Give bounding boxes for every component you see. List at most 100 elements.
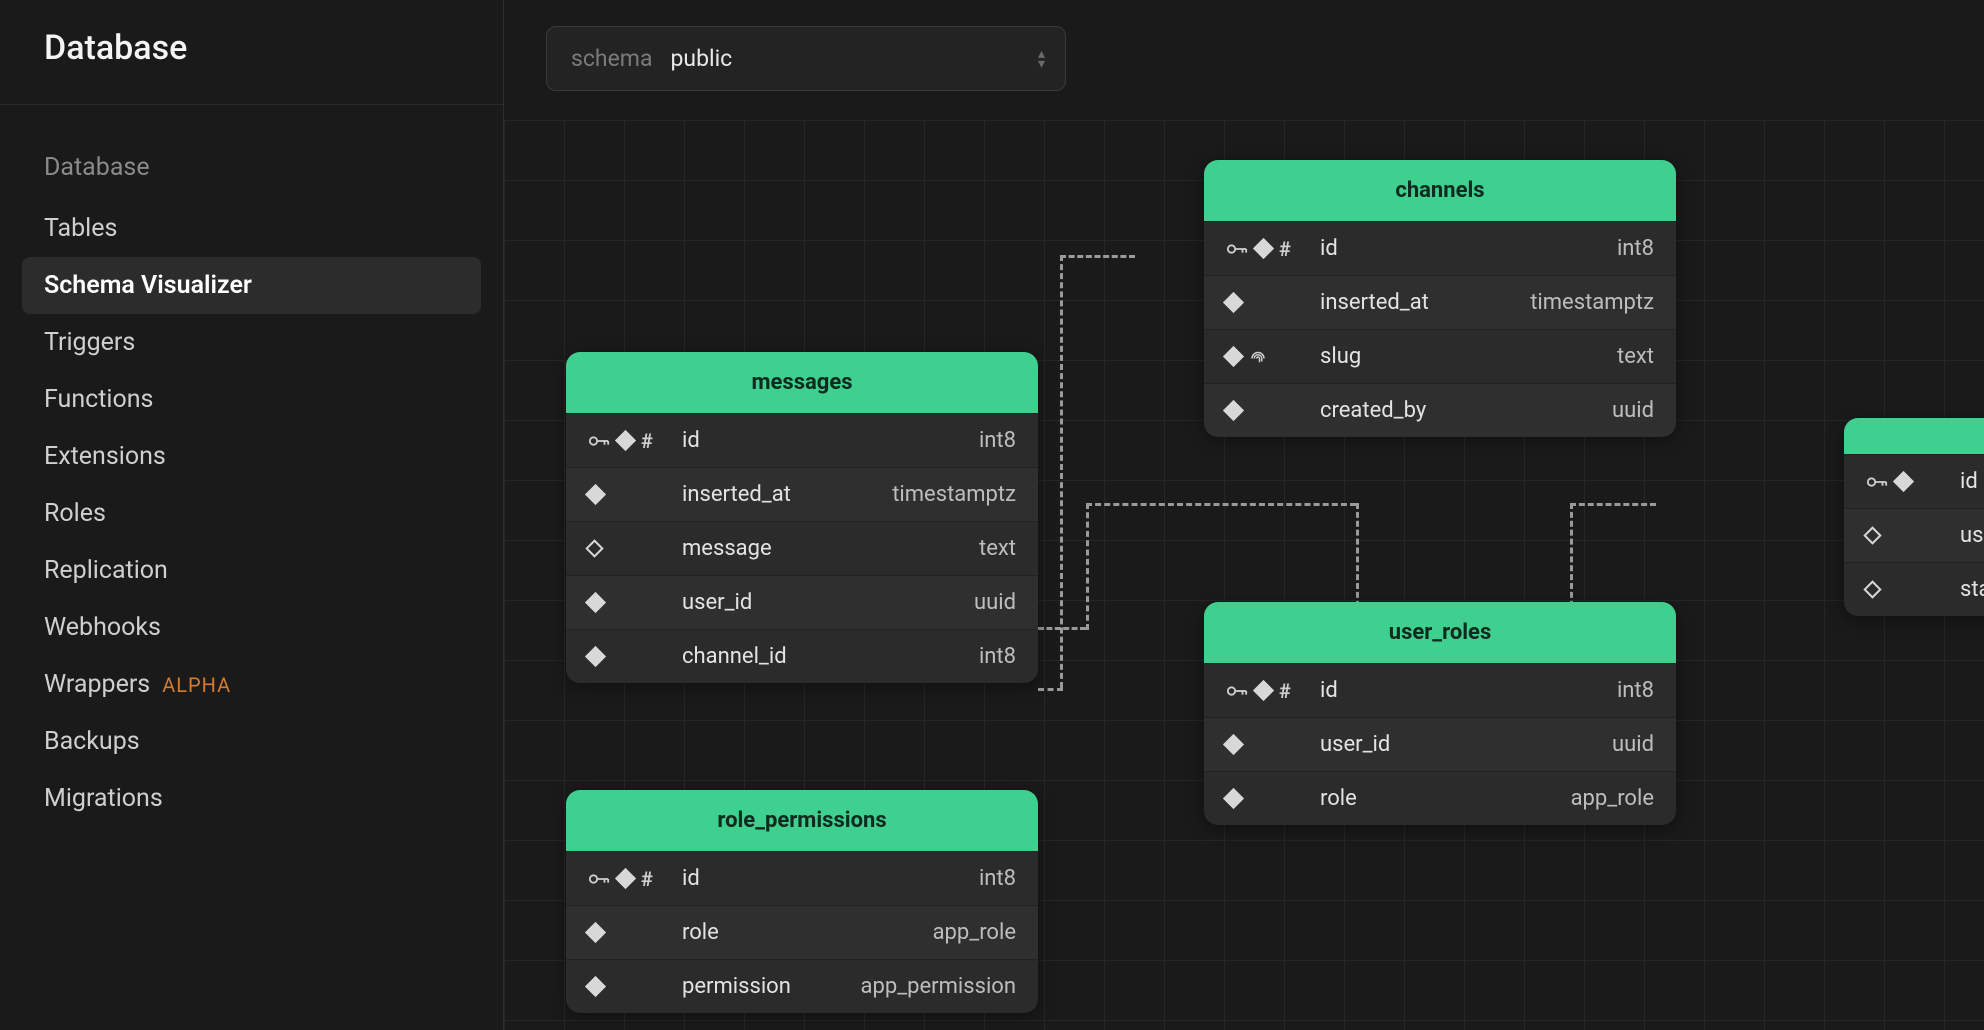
sidebar-item-extensions[interactable]: Extensions: [22, 428, 481, 485]
sidebar-item-backups[interactable]: Backups: [22, 713, 481, 770]
primary-key-icon: [588, 872, 610, 886]
table-column-row[interactable]: #idint8: [566, 413, 1038, 467]
sidebar-title: Database: [0, 28, 503, 105]
table-card-header[interactable]: role_permissions: [566, 790, 1038, 851]
primary-key-icon: [588, 434, 610, 448]
column-icons: #: [1226, 237, 1306, 261]
column-type: int8: [979, 866, 1016, 891]
table-column-row[interactable]: channel_idint8: [566, 629, 1038, 683]
edge: [1570, 503, 1656, 506]
sidebar-item-label: Backups: [44, 727, 140, 756]
not-null-icon: [1226, 737, 1241, 752]
column-name: id: [682, 428, 965, 453]
sidebar-item-roles[interactable]: Roles: [22, 485, 481, 542]
column-name: id: [1320, 678, 1603, 703]
nullable-icon: [1866, 583, 1879, 596]
table-column-row[interactable]: # id int8: [566, 851, 1038, 905]
column-name: user_id: [682, 590, 960, 615]
sidebar-item-label: Replication: [44, 556, 168, 585]
table-column-row[interactable]: roleapp_role: [1204, 771, 1676, 825]
table-card-messages[interactable]: messages#idint8inserted_attimestamptzmes…: [566, 352, 1038, 683]
column-type: text: [979, 536, 1016, 561]
edge: [1038, 627, 1086, 630]
sidebar-item-schema-visualizer[interactable]: Schema Visualizer: [22, 257, 481, 314]
primary-key-icon: [1226, 684, 1248, 698]
nullable-icon: [1866, 529, 1879, 542]
table-card-header[interactable]: channels: [1204, 160, 1676, 221]
table-card-header[interactable]: messages: [566, 352, 1038, 413]
column-icons: #: [1226, 679, 1306, 703]
table-card-role-permissions[interactable]: role_permissions # id int8 roleapp_rolepermi…: [566, 790, 1038, 1013]
column-type: int8: [1617, 678, 1654, 703]
sidebar-item-label: Tables: [44, 214, 117, 243]
column-name: created_by: [1320, 398, 1598, 423]
column-icons: [1866, 474, 1946, 489]
table-column-row[interactable]: messagetext: [566, 521, 1038, 575]
not-null-icon: [588, 487, 603, 502]
table-column-row[interactable]: roleapp_role: [566, 905, 1038, 959]
toolbar: schema public ▴▾: [546, 26, 1066, 91]
sidebar-item-wrappers[interactable]: WrappersALPHA: [22, 656, 481, 713]
sidebar-item-triggers[interactable]: Triggers: [22, 314, 481, 371]
table-card-user-roles[interactable]: user_roles # id int8 user_iduuidroleapp_role: [1204, 602, 1676, 825]
table-column-row[interactable]: id: [1844, 454, 1984, 508]
column-type: app_role: [1571, 786, 1654, 811]
table-column-row[interactable]: inserted_attimestamptz: [566, 467, 1038, 521]
sidebar-item-functions[interactable]: Functions: [22, 371, 481, 428]
column-icons: [1866, 583, 1946, 596]
column-icons: [588, 925, 668, 940]
table-column-row[interactable]: #idint8: [1204, 221, 1676, 275]
table-column-row[interactable]: sta: [1844, 562, 1984, 616]
not-null-icon: [1256, 241, 1271, 256]
table-card-header[interactable]: [1844, 418, 1984, 454]
column-icons: #: [588, 867, 668, 891]
column-name: channel_id: [682, 644, 965, 669]
column-name: slug: [1320, 344, 1603, 369]
schema-selector[interactable]: schema public ▴▾: [546, 26, 1066, 91]
not-null-icon: [588, 649, 603, 664]
column-name: inserted_at: [1320, 290, 1516, 315]
table-column-row[interactable]: created_by uuid: [1204, 383, 1676, 437]
column-name: inserted_at: [682, 482, 878, 507]
column-name: id: [682, 866, 965, 891]
sidebar-item-migrations[interactable]: Migrations: [22, 770, 481, 827]
identity-icon: #: [641, 867, 653, 891]
table-column-row[interactable]: # id int8: [1204, 663, 1676, 717]
column-icons: #: [588, 429, 668, 453]
column-icons: [588, 649, 668, 664]
table-column-row[interactable]: slugtext: [1204, 329, 1676, 383]
edge: [1086, 503, 1089, 630]
edge: [1060, 255, 1063, 688]
column-icons: [588, 595, 668, 610]
sidebar-item-tables[interactable]: Tables: [22, 200, 481, 257]
column-type: uuid: [1612, 398, 1654, 423]
column-icons: [1866, 529, 1946, 542]
not-null-icon: [588, 979, 603, 994]
table-card-users-partial[interactable]: id use sta: [1844, 418, 1984, 616]
sidebar: Database Database TablesSchema Visualize…: [0, 0, 504, 1030]
sidebar-item-replication[interactable]: Replication: [22, 542, 481, 599]
column-icons: [588, 979, 668, 994]
unique-icon: [1249, 348, 1267, 366]
table-column-row[interactable]: user_iduuid: [1204, 717, 1676, 771]
table-column-row[interactable]: user_iduuid: [566, 575, 1038, 629]
not-null-icon: [618, 871, 633, 886]
sidebar-item-webhooks[interactable]: Webhooks: [22, 599, 481, 656]
edge: [1038, 688, 1063, 691]
table-column-row[interactable]: inserted_attimestamptz: [1204, 275, 1676, 329]
sidebar-nav: Database TablesSchema VisualizerTriggers…: [0, 105, 503, 827]
table-card-header[interactable]: user_roles: [1204, 602, 1676, 663]
column-icons: [1226, 295, 1306, 310]
column-name: use: [1960, 523, 1984, 548]
column-icons: [1226, 737, 1306, 752]
not-null-icon: [588, 925, 603, 940]
column-icons: [588, 542, 668, 555]
sidebar-item-label: Wrappers: [44, 670, 150, 699]
identity-icon: #: [1279, 679, 1291, 703]
table-column-row[interactable]: use: [1844, 508, 1984, 562]
table-card-channels[interactable]: channels#idint8inserted_attimestamptzslu…: [1204, 160, 1676, 437]
schema-canvas[interactable]: messages#idint8inserted_attimestamptzmes…: [504, 0, 1984, 1030]
column-icons: [588, 487, 668, 502]
edge: [1086, 503, 1356, 506]
table-column-row[interactable]: permissionapp_permission: [566, 959, 1038, 1013]
